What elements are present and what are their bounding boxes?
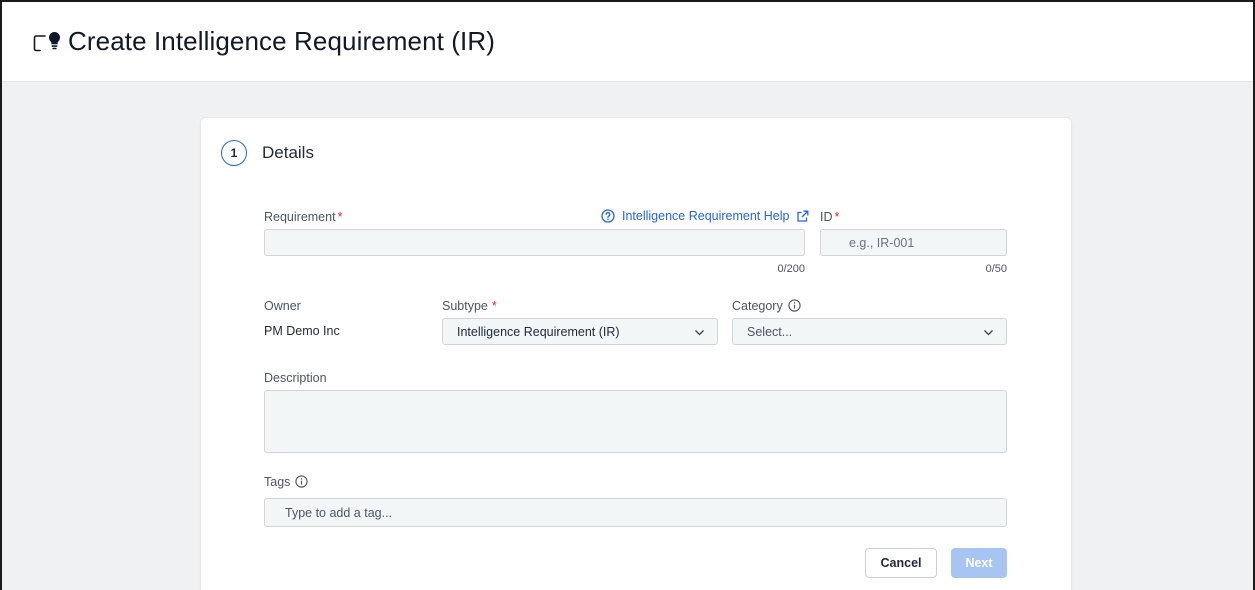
required-asterisk: *	[834, 210, 840, 224]
owner-label: Owner	[264, 299, 301, 313]
category-placeholder: Select...	[747, 324, 793, 339]
requirement-input[interactable]	[264, 229, 805, 256]
step-number: 1	[221, 140, 247, 166]
subtype-select[interactable]: Intelligence Requirement (IR)	[442, 318, 718, 345]
category-label-text: Category	[732, 299, 783, 313]
subtype-selected-value: Intelligence Requirement (IR)	[457, 324, 620, 339]
step-indicator: 1 Details	[221, 140, 314, 166]
info-icon[interactable]	[788, 299, 801, 312]
required-asterisk: *	[491, 299, 497, 313]
info-icon[interactable]	[295, 475, 309, 488]
ir-help-link[interactable]: Intelligence Requirement Help	[601, 209, 809, 223]
page-header: Create Intelligence Requirement (IR)	[2, 2, 1253, 82]
chevron-down-icon	[694, 327, 705, 338]
lightbulb-screen-icon	[32, 29, 62, 57]
subtype-label: Subtype *	[442, 299, 497, 313]
subtype-label-text: Subtype	[442, 299, 488, 313]
id-input[interactable]: e.g., IR-001	[820, 229, 1007, 256]
help-link-label: Intelligence Requirement Help	[622, 209, 790, 223]
id-char-counter: 0/50	[985, 263, 1007, 275]
next-button[interactable]: Next	[951, 548, 1007, 578]
page-title: Create Intelligence Requirement (IR)	[68, 26, 496, 56]
required-asterisk: *	[337, 210, 343, 224]
description-label: Description	[264, 371, 327, 385]
step-title: Details	[262, 143, 314, 162]
tags-label-text: Tags	[264, 475, 291, 489]
id-label: ID *	[820, 210, 839, 224]
owner-value: PM Demo Inc	[264, 324, 340, 338]
form-card: 1 Details Requirement * Intelligence Requ…	[201, 118, 1071, 590]
id-label-text: ID	[820, 210, 833, 224]
tags-input[interactable]: Type to add a tag...	[264, 498, 1007, 527]
requirement-label: Requirement *	[264, 210, 342, 224]
requirement-label-text: Requirement	[264, 210, 336, 224]
description-textarea[interactable]	[264, 390, 1007, 453]
chevron-down-icon	[983, 327, 994, 338]
category-label: Category	[732, 299, 801, 313]
category-select[interactable]: Select...	[732, 318, 1007, 345]
tags-label: Tags	[264, 475, 309, 489]
cancel-button[interactable]: Cancel	[865, 548, 937, 578]
requirement-char-counter: 0/200	[777, 263, 805, 275]
app-window: Create Intelligence Requirement (IR) 1 D…	[0, 0, 1255, 590]
question-circle-icon	[601, 209, 615, 223]
external-link-icon	[796, 210, 809, 223]
